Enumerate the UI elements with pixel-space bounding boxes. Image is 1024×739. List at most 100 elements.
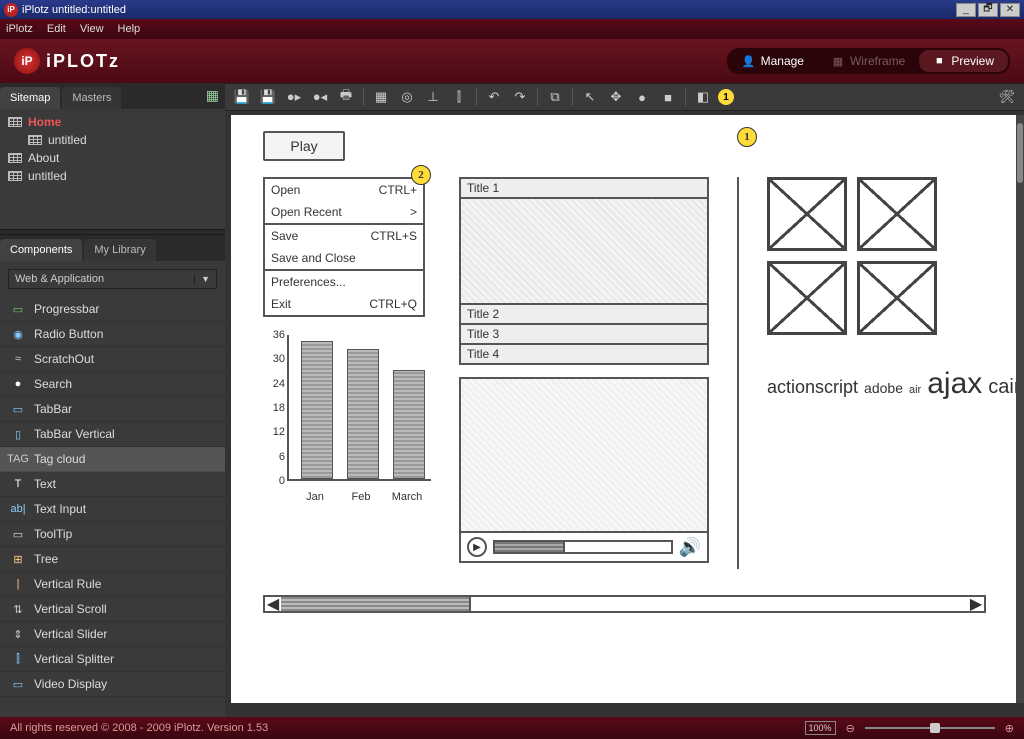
menu-edit[interactable]: Edit — [47, 23, 66, 35]
component-item[interactable]: ⫿Vertical Splitter — [0, 647, 225, 672]
scroll-thumb[interactable] — [281, 597, 471, 611]
zoom-in-icon[interactable]: ⊕ — [1005, 722, 1014, 735]
grid-icon[interactable]: ▦ — [370, 86, 392, 108]
wf-horizontal-scrollbar[interactable]: ◀ ▶ — [263, 595, 986, 613]
menu-help[interactable]: Help — [118, 23, 141, 35]
canvas-scrollbar[interactable] — [1016, 115, 1024, 703]
wf-tag-cloud[interactable]: actionscriptadobeairajaxcairngormcoldfus… — [767, 355, 983, 409]
component-item[interactable]: ⊞Tree — [0, 547, 225, 572]
speaker-icon[interactable]: 🔊 — [679, 537, 701, 558]
component-item[interactable]: ab|Text Input — [0, 497, 225, 522]
sitemap-page[interactable]: untitled — [4, 167, 225, 185]
undo-icon[interactable]: ↶ — [483, 86, 505, 108]
zoom-out-icon[interactable]: ⊖ — [846, 722, 855, 735]
wf-video-player[interactable]: ▶ 🔊 — [459, 377, 709, 563]
component-item[interactable]: ≈ScratchOut — [0, 347, 225, 372]
component-item[interactable]: ●Search — [0, 372, 225, 397]
zoom-slider[interactable] — [865, 727, 995, 729]
wf-image-placeholder[interactable] — [767, 261, 847, 335]
wf-tag[interactable]: ajax — [927, 367, 982, 400]
settings-icon[interactable]: 🛠 — [996, 86, 1018, 108]
component-item[interactable]: ▯TabBar Vertical — [0, 422, 225, 447]
dist-icon[interactable]: ⫿ — [448, 86, 470, 108]
component-icon: ⇕ — [10, 627, 26, 641]
component-item[interactable]: TText — [0, 472, 225, 497]
wf-accordion[interactable]: Title 1 Title 2Title 3Title 4 — [459, 177, 709, 365]
component-item[interactable]: ▭Progressbar — [0, 297, 225, 322]
sitemap-page[interactable]: About — [4, 149, 225, 167]
import-icon[interactable]: ●◂ — [309, 86, 331, 108]
zoom-value[interactable]: 100% — [805, 721, 836, 735]
wf-image-placeholder[interactable] — [767, 177, 847, 251]
wf-menu-item[interactable]: Open Recent> — [265, 201, 423, 223]
preview-mode-button[interactable]: ■ Preview — [919, 50, 1008, 72]
scroll-left-icon[interactable]: ◀ — [265, 594, 281, 614]
category-dropdown[interactable]: Web & Application ▼ — [8, 269, 217, 289]
align-icon[interactable]: ⊥ — [422, 86, 444, 108]
sitemap-page[interactable]: untitled — [4, 131, 225, 149]
component-item[interactable]: ⇕Vertical Slider — [0, 622, 225, 647]
maximize-button[interactable]: 🗗 — [978, 3, 998, 17]
wf-image-placeholder[interactable] — [857, 177, 937, 251]
rect-icon[interactable]: ■ — [657, 86, 679, 108]
wf-accordion-title[interactable]: Title 4 — [459, 345, 709, 365]
wf-menu-item[interactable]: SaveCTRL+S — [265, 225, 423, 247]
wf-tag[interactable]: actionscript — [767, 377, 858, 397]
wf-menu-item[interactable]: Save and Close — [265, 247, 423, 269]
wf-menu[interactable]: OpenCTRL+Open Recent>SaveCTRL+SSave and … — [263, 177, 425, 317]
wf-image-placeholder[interactable] — [857, 261, 937, 335]
save-icon[interactable]: 💾 — [231, 86, 253, 108]
snap-icon[interactable]: ◎ — [396, 86, 418, 108]
minimize-button[interactable]: _ — [956, 3, 976, 17]
tab-components[interactable]: Components — [0, 239, 82, 261]
pointer-icon[interactable]: ↖ — [579, 86, 601, 108]
wf-tag[interactable]: adobe — [864, 380, 903, 396]
scroll-track[interactable] — [281, 597, 968, 611]
export-icon[interactable]: ●▸ — [283, 86, 305, 108]
play-icon[interactable]: ▶ — [467, 537, 487, 557]
redo-icon[interactable]: ↷ — [509, 86, 531, 108]
wireframe-mode-button[interactable]: ▦ Wireframe — [818, 50, 919, 72]
wf-play-button[interactable]: Play — [263, 131, 345, 161]
component-item[interactable]: ⇅Vertical Scroll — [0, 597, 225, 622]
wf-menu-item[interactable]: ExitCTRL+Q — [265, 293, 423, 315]
wf-menu-item[interactable]: OpenCTRL+ — [265, 179, 423, 201]
wf-accordion-title[interactable]: Title 2 — [459, 305, 709, 325]
tab-masters[interactable]: Masters — [62, 87, 121, 109]
menu-view[interactable]: View — [80, 23, 104, 35]
component-item[interactable]: ▭TabBar — [0, 397, 225, 422]
wf-menu-item[interactable]: Preferences... — [265, 271, 423, 293]
component-item[interactable]: ▭ToolTip — [0, 522, 225, 547]
component-item[interactable]: ▭Video Display — [0, 672, 225, 697]
wf-accordion-title[interactable]: Title 3 — [459, 325, 709, 345]
wf-tag[interactable]: cairngorm — [988, 376, 1016, 398]
annot-icon[interactable]: ◧ — [692, 86, 714, 108]
annotation-marker-2[interactable]: 2 — [411, 165, 431, 185]
canvas-paper[interactable]: 1 Play 2 OpenCTRL+Open Recent>SaveCTRL+S… — [231, 115, 1016, 703]
tab-sitemap[interactable]: Sitemap — [0, 87, 60, 109]
wf-tag[interactable]: air — [909, 384, 921, 396]
chart-y-tick: 12 — [263, 426, 285, 438]
add-page-icon[interactable]: ▦ — [206, 87, 219, 104]
component-item[interactable]: TAGTag cloud — [0, 447, 225, 472]
manage-mode-button[interactable]: 👤 Manage — [729, 50, 818, 72]
copy-icon[interactable]: ⧉ — [544, 86, 566, 108]
zoom-thumb[interactable] — [930, 723, 940, 733]
scroll-right-icon[interactable]: ▶ — [968, 594, 984, 614]
chart-y-tick: 0 — [263, 475, 285, 487]
wf-video-track[interactable] — [493, 540, 673, 554]
wf-bar-chart[interactable]: 061218243036 JanFebMarch — [263, 335, 431, 511]
close-button[interactable]: ✕ — [1000, 3, 1020, 17]
component-item[interactable]: ◉Radio Button — [0, 322, 225, 347]
annotation-marker-1[interactable]: 1 — [737, 127, 757, 147]
sitemap-page[interactable]: Home — [4, 113, 225, 131]
print-icon[interactable]: 🖶 — [335, 86, 357, 108]
tab-my-library[interactable]: My Library — [84, 239, 155, 261]
wf-accordion-title[interactable]: Title 1 — [459, 177, 709, 199]
menu-iplotz[interactable]: iPlotz — [6, 23, 33, 35]
component-icon: ▭ — [10, 527, 26, 541]
save-all-icon[interactable]: 💾 — [257, 86, 279, 108]
hand-icon[interactable]: ✥ — [605, 86, 627, 108]
circle-icon[interactable]: ● — [631, 86, 653, 108]
component-item[interactable]: |Vertical Rule — [0, 572, 225, 597]
